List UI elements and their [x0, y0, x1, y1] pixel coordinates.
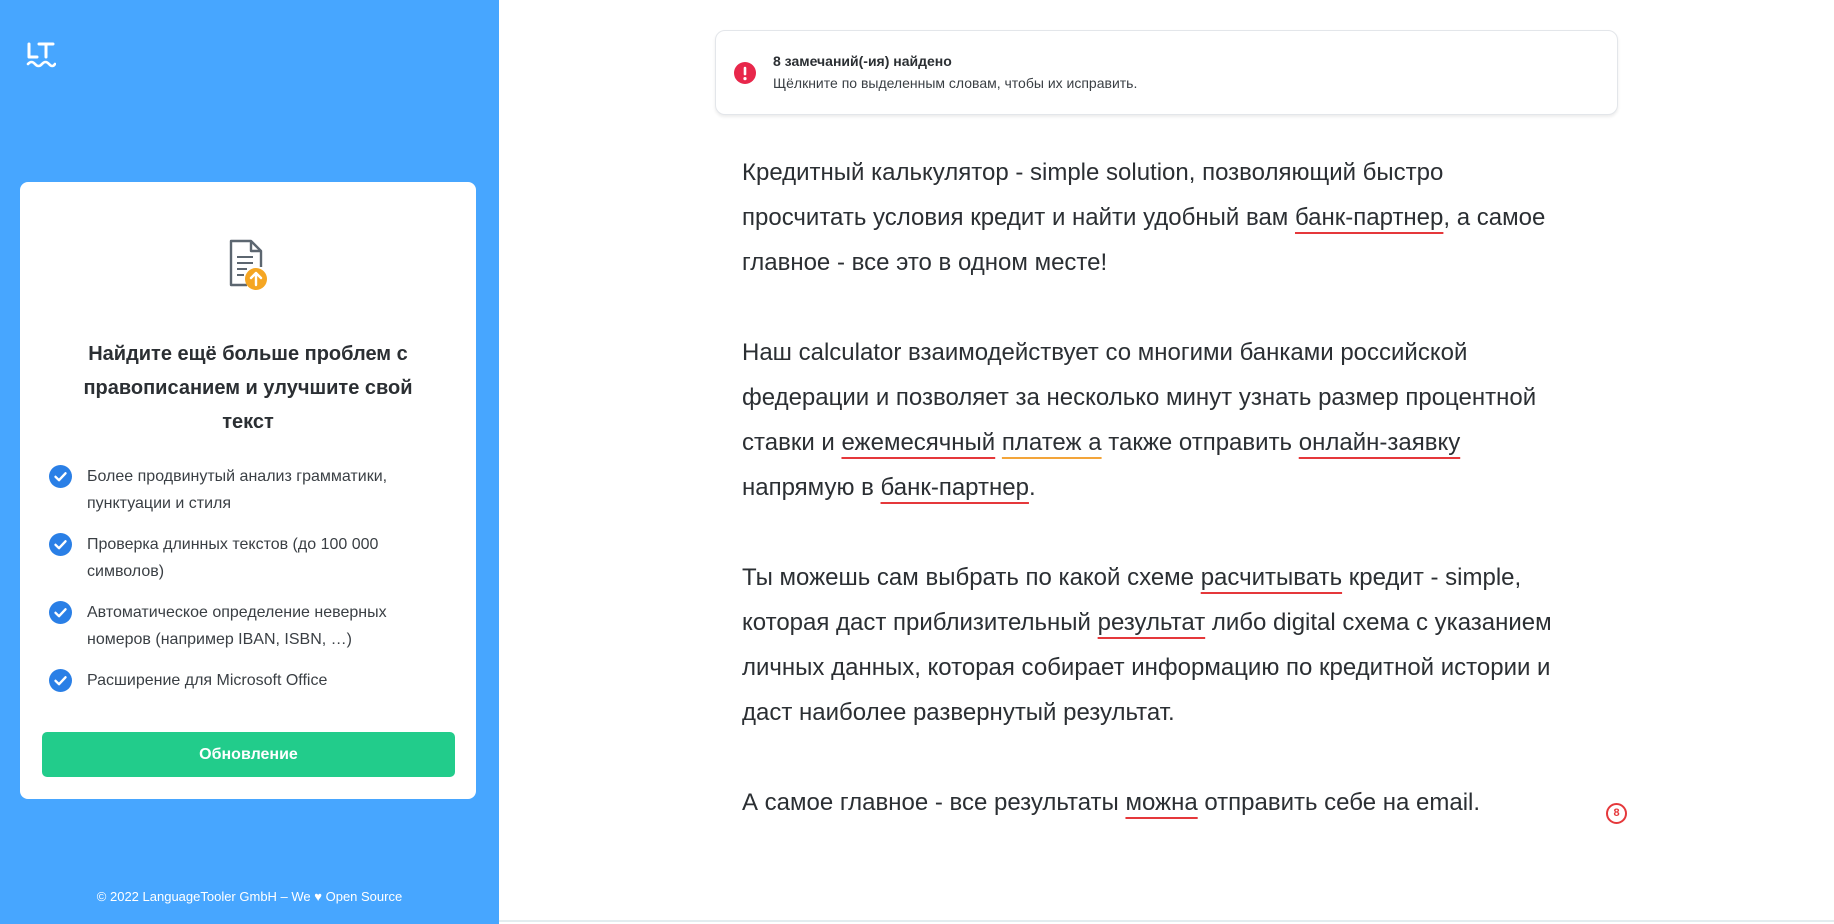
- sidebar: Найдите ещё больше проблем с правописани…: [0, 0, 499, 924]
- upgrade-card-title: Найдите ещё больше проблем с правописани…: [83, 343, 413, 433]
- text-segment: ставки и: [742, 429, 842, 456]
- text-segment: Ты можешь сам выбрать по какой схеме: [742, 564, 1201, 591]
- spelling-error-mark[interactable]: банк-партнер: [1295, 204, 1443, 231]
- feature-list: Более продвинутый анализ грамматики, пун…: [49, 463, 449, 708]
- editor-line: Кредитный калькулятор - simple solution,…: [742, 150, 1742, 195]
- editor-line: Ты можешь сам выбрать по какой схеме рас…: [742, 555, 1742, 600]
- text-segment: А самое главное - все результаты: [742, 789, 1126, 816]
- editor-line: которая даст приблизительный результат л…: [742, 600, 1742, 645]
- feature-item: Проверка длинных текстов (до 100 000 сим…: [49, 531, 449, 585]
- editor-line: даст наиболее развернутый результат.: [742, 690, 1742, 735]
- alert-icon: [734, 62, 756, 84]
- feature-label: Автоматическое определение неверных номе…: [87, 604, 387, 648]
- languagetool-logo[interactable]: [26, 41, 56, 69]
- check-circle-icon: [49, 601, 72, 624]
- text-segment: Кредитный калькулятор - simple solution,…: [742, 159, 1444, 186]
- feature-label: Расширение для Microsoft Office: [87, 672, 328, 689]
- editor-line: просчитать условия кредит и найти удобны…: [742, 195, 1742, 240]
- document-upload-icon: [229, 239, 267, 290]
- editor-paragraph: Кредитный калькулятор - simple solution,…: [742, 150, 1742, 285]
- text-segment: Наш calculator взаимодействует со многим…: [742, 339, 1468, 366]
- text-segment: напрямую в: [742, 474, 881, 501]
- feature-item: Более продвинутый анализ грамматики, пун…: [49, 463, 449, 517]
- editor-line: главное - все это в одном месте!: [742, 240, 1742, 285]
- feature-item: Автоматическое определение неверных номе…: [49, 599, 449, 653]
- sidebar-footer[interactable]: © 2022 LanguageTooler GmbH – We ♥ Open S…: [0, 889, 499, 904]
- upgrade-card: Найдите ещё больше проблем с правописани…: [20, 182, 476, 799]
- spelling-error-mark[interactable]: ежемесячный: [841, 429, 995, 456]
- editor-paragraph: А самое главное - все результаты можна о…: [742, 780, 1742, 825]
- issues-notice: 8 замечаний(-ия) найдено Щёлкните по выд…: [715, 30, 1618, 115]
- check-circle-icon: [49, 533, 72, 556]
- spelling-error-mark[interactable]: результат: [1098, 609, 1206, 636]
- text-segment: [995, 429, 1002, 456]
- editor-line: А самое главное - все результаты можна о…: [742, 780, 1742, 825]
- editor-line: Наш calculator взаимодействует со многим…: [742, 330, 1742, 375]
- editor-paragraph: Наш calculator взаимодействует со многим…: [742, 330, 1742, 510]
- notice-title: 8 замечаний(-ия) найдено: [773, 53, 952, 69]
- editor-line: напрямую в банк-партнер.: [742, 465, 1742, 510]
- text-segment: личных данных, которая собирает информац…: [742, 654, 1551, 681]
- text-segment: , а самое: [1443, 204, 1546, 231]
- feature-label: Проверка длинных текстов (до 100 000 сим…: [87, 536, 379, 580]
- editor-line: личных данных, которая собирает информац…: [742, 645, 1742, 690]
- notice-subtitle: Щёлкните по выделенным словам, чтобы их …: [773, 75, 1138, 91]
- editor-paragraph: Ты можешь сам выбрать по какой схеме рас…: [742, 555, 1742, 735]
- bottom-divider: [499, 920, 1834, 922]
- check-circle-icon: [49, 669, 72, 692]
- text-segment: которая даст приблизительный: [742, 609, 1098, 636]
- check-circle-icon: [49, 465, 72, 488]
- editor-area: 8 замечаний(-ия) найдено Щёлкните по выд…: [499, 0, 1834, 924]
- upgrade-button[interactable]: Обновление: [42, 732, 455, 777]
- spelling-error-mark[interactable]: банк-партнер: [881, 474, 1029, 501]
- text-segment: либо digital схема с указанием: [1205, 609, 1552, 636]
- text-segment: федерации и позволяет за несколько минут…: [742, 384, 1537, 411]
- editor-line: ставки и ежемесячный платеж а также отпр…: [742, 420, 1742, 465]
- spelling-error-mark[interactable]: можна: [1125, 789, 1197, 816]
- text-segment: просчитать условия кредит и найти удобны…: [742, 204, 1295, 231]
- style-issue-mark[interactable]: платеж а: [1002, 429, 1102, 456]
- feature-item: Расширение для Microsoft Office: [49, 667, 449, 694]
- text-segment: главное - все это в одном месте!: [742, 249, 1108, 276]
- spelling-error-mark[interactable]: онлайн-заявку: [1299, 429, 1460, 456]
- feature-label: Более продвинутый анализ грамматики, пун…: [87, 468, 388, 512]
- spelling-error-mark[interactable]: расчитывать: [1201, 564, 1342, 591]
- text-segment: кредит - simple,: [1342, 564, 1522, 591]
- text-segment: даст наиболее развернутый результат.: [742, 699, 1175, 726]
- text-segment: .: [1028, 474, 1036, 501]
- issue-count-badge[interactable]: 8: [1606, 803, 1627, 824]
- text-editor[interactable]: Кредитный калькулятор - simple solution,…: [742, 150, 1742, 870]
- text-segment: также отправить: [1101, 429, 1299, 456]
- text-segment: отправить себе на email.: [1197, 789, 1481, 816]
- editor-line: федерации и позволяет за несколько минут…: [742, 375, 1742, 420]
